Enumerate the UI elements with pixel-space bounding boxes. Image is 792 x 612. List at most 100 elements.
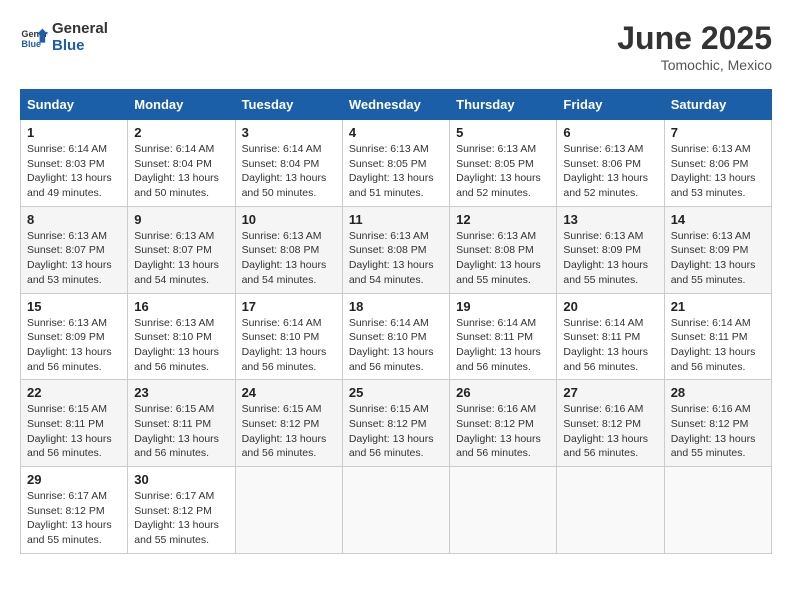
day-cell [235,467,342,554]
day-detail: Sunrise: 6:13 AMSunset: 8:08 PMDaylight:… [349,229,443,288]
day-number: 6 [563,125,657,140]
day-number: 29 [27,472,121,487]
day-cell: 12 Sunrise: 6:13 AMSunset: 8:08 PMDayligh… [450,206,557,293]
day-number: 20 [563,299,657,314]
day-detail: Sunrise: 6:13 AMSunset: 8:08 PMDaylight:… [456,229,550,288]
location-title: Tomochic, Mexico [617,57,772,73]
day-number: 7 [671,125,765,140]
day-number: 25 [349,385,443,400]
day-detail: Sunrise: 6:13 AMSunset: 8:08 PMDaylight:… [242,229,336,288]
day-cell: 5 Sunrise: 6:13 AMSunset: 8:05 PMDaylight… [450,120,557,207]
day-detail: Sunrise: 6:17 AMSunset: 8:12 PMDaylight:… [27,489,121,548]
week-row-4: 22 Sunrise: 6:15 AMSunset: 8:11 PMDayligh… [21,380,772,467]
logo-blue: Blue [52,37,108,54]
day-cell: 4Sunrise: 6:13 AMSunset: 8:05 PMDaylight… [342,120,449,207]
day-cell: 23 Sunrise: 6:15 AMSunset: 8:11 PMDayligh… [128,380,235,467]
day-detail: Sunrise: 6:13 AMSunset: 8:09 PMDaylight:… [27,316,121,375]
day-detail: Sunrise: 6:14 AMSunset: 8:04 PMDaylight:… [134,142,228,201]
day-cell [557,467,664,554]
day-cell [342,467,449,554]
day-cell: 9 Sunrise: 6:13 AMSunset: 8:07 PMDaylight… [128,206,235,293]
weekday-header-row: SundayMondayTuesdayWednesdayThursdayFrid… [21,90,772,120]
logo-icon: General Blue [20,23,48,51]
weekday-wednesday: Wednesday [342,90,449,120]
day-number: 17 [242,299,336,314]
weekday-monday: Monday [128,90,235,120]
day-number: 28 [671,385,765,400]
week-row-3: 15Sunrise: 6:13 AMSunset: 8:09 PMDayligh… [21,293,772,380]
day-detail: Sunrise: 6:15 AMSunset: 8:12 PMDaylight:… [242,402,336,461]
week-row-1: 1 Sunrise: 6:14 AMSunset: 8:03 PMDaylight… [21,120,772,207]
day-detail: Sunrise: 6:14 AMSunset: 8:11 PMDaylight:… [456,316,550,375]
day-detail: Sunrise: 6:13 AMSunset: 8:10 PMDaylight:… [134,316,228,375]
day-cell: 11 Sunrise: 6:13 AMSunset: 8:08 PMDayligh… [342,206,449,293]
day-number: 1 [27,125,121,140]
day-detail: Sunrise: 6:13 AMSunset: 8:09 PMDaylight:… [563,229,657,288]
day-number: 8 [27,212,121,227]
day-number: 5 [456,125,550,140]
day-cell: 14 Sunrise: 6:13 AMSunset: 8:09 PMDayligh… [664,206,771,293]
day-number: 24 [242,385,336,400]
day-detail: Sunrise: 6:14 AMSunset: 8:03 PMDaylight:… [27,142,121,201]
day-detail: Sunrise: 6:17 AMSunset: 8:12 PMDaylight:… [134,489,228,548]
day-number: 11 [349,212,443,227]
day-cell: 10 Sunrise: 6:13 AMSunset: 8:08 PMDayligh… [235,206,342,293]
day-detail: Sunrise: 6:13 AMSunset: 8:05 PMDaylight:… [456,142,550,201]
day-detail: Sunrise: 6:14 AMSunset: 8:04 PMDaylight:… [242,142,336,201]
day-cell: 21 Sunrise: 6:14 AMSunset: 8:11 PMDayligh… [664,293,771,380]
title-area: June 2025 Tomochic, Mexico [617,20,772,73]
day-detail: Sunrise: 6:16 AMSunset: 8:12 PMDaylight:… [671,402,765,461]
day-detail: Sunrise: 6:14 AMSunset: 8:10 PMDaylight:… [242,316,336,375]
day-number: 30 [134,472,228,487]
day-cell: 15Sunrise: 6:13 AMSunset: 8:09 PMDayligh… [21,293,128,380]
weekday-tuesday: Tuesday [235,90,342,120]
week-row-5: 29 Sunrise: 6:17 AMSunset: 8:12 PMDayligh… [21,467,772,554]
day-cell: 29 Sunrise: 6:17 AMSunset: 8:12 PMDayligh… [21,467,128,554]
day-detail: Sunrise: 6:13 AMSunset: 8:06 PMDaylight:… [671,142,765,201]
day-number: 21 [671,299,765,314]
weekday-thursday: Thursday [450,90,557,120]
day-cell: 18Sunrise: 6:14 AMSunset: 8:10 PMDayligh… [342,293,449,380]
day-number: 2 [134,125,228,140]
day-detail: Sunrise: 6:15 AMSunset: 8:12 PMDaylight:… [349,402,443,461]
day-cell: 2 Sunrise: 6:14 AMSunset: 8:04 PMDaylight… [128,120,235,207]
day-number: 23 [134,385,228,400]
day-cell: 7 Sunrise: 6:13 AMSunset: 8:06 PMDaylight… [664,120,771,207]
day-detail: Sunrise: 6:13 AMSunset: 8:09 PMDaylight:… [671,229,765,288]
calendar-table: SundayMondayTuesdayWednesdayThursdayFrid… [20,89,772,554]
day-cell: 17 Sunrise: 6:14 AMSunset: 8:10 PMDayligh… [235,293,342,380]
day-number: 14 [671,212,765,227]
svg-text:Blue: Blue [21,39,41,49]
day-detail: Sunrise: 6:14 AMSunset: 8:11 PMDaylight:… [563,316,657,375]
day-detail: Sunrise: 6:13 AMSunset: 8:07 PMDaylight:… [134,229,228,288]
day-number: 27 [563,385,657,400]
day-number: 4 [349,125,443,140]
day-number: 22 [27,385,121,400]
day-cell [450,467,557,554]
day-number: 12 [456,212,550,227]
day-number: 13 [563,212,657,227]
day-detail: Sunrise: 6:16 AMSunset: 8:12 PMDaylight:… [456,402,550,461]
day-number: 9 [134,212,228,227]
day-cell: 28 Sunrise: 6:16 AMSunset: 8:12 PMDayligh… [664,380,771,467]
month-title: June 2025 [617,20,772,57]
day-cell: 8 Sunrise: 6:13 AMSunset: 8:07 PMDaylight… [21,206,128,293]
day-cell: 20 Sunrise: 6:14 AMSunset: 8:11 PMDayligh… [557,293,664,380]
logo: General Blue General Blue [20,20,108,54]
day-number: 10 [242,212,336,227]
day-cell: 16Sunrise: 6:13 AMSunset: 8:10 PMDayligh… [128,293,235,380]
day-detail: Sunrise: 6:14 AMSunset: 8:11 PMDaylight:… [671,316,765,375]
day-detail: Sunrise: 6:15 AMSunset: 8:11 PMDaylight:… [134,402,228,461]
day-detail: Sunrise: 6:15 AMSunset: 8:11 PMDaylight:… [27,402,121,461]
day-number: 26 [456,385,550,400]
day-number: 3 [242,125,336,140]
day-detail: Sunrise: 6:13 AMSunset: 8:07 PMDaylight:… [27,229,121,288]
day-cell: 30 Sunrise: 6:17 AMSunset: 8:12 PMDayligh… [128,467,235,554]
day-detail: Sunrise: 6:16 AMSunset: 8:12 PMDaylight:… [563,402,657,461]
day-cell [664,467,771,554]
weekday-sunday: Sunday [21,90,128,120]
day-number: 19 [456,299,550,314]
day-cell: 19 Sunrise: 6:14 AMSunset: 8:11 PMDayligh… [450,293,557,380]
week-row-2: 8 Sunrise: 6:13 AMSunset: 8:07 PMDaylight… [21,206,772,293]
day-cell: 13 Sunrise: 6:13 AMSunset: 8:09 PMDayligh… [557,206,664,293]
